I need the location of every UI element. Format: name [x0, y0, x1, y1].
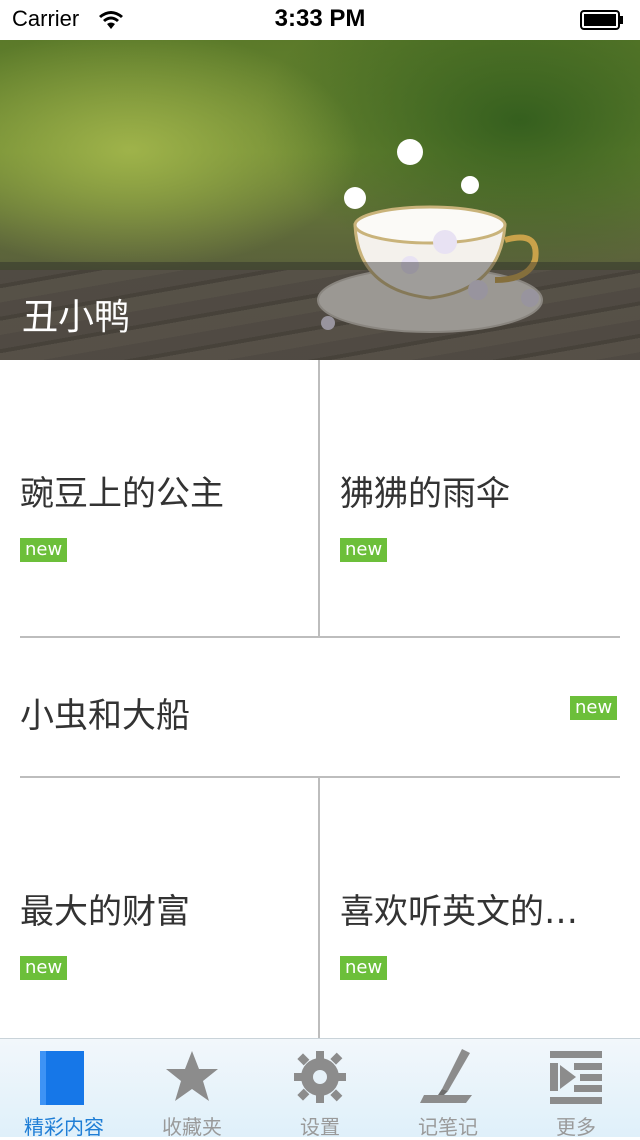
grid-divider: [318, 360, 320, 636]
story-cell[interactable]: 小虫和大船 new: [0, 638, 640, 776]
tab-favorites[interactable]: 收藏夹: [128, 1039, 256, 1139]
status-bar: Carrier 3:33 PM: [0, 0, 640, 40]
status-time: 3:33 PM: [274, 5, 366, 32]
tab-notes[interactable]: 记笔记: [384, 1039, 512, 1139]
featured-banner[interactable]: 丑小鸭: [0, 40, 640, 360]
new-badge: new: [20, 956, 68, 980]
tab-settings[interactable]: 设置: [256, 1039, 384, 1139]
banner-title: 丑小鸭: [22, 297, 131, 338]
grid-divider: [20, 776, 620, 778]
story-title: 狒狒的雨伞: [340, 474, 510, 514]
story-cell[interactable]: 最大的财富 new: [0, 778, 318, 1036]
new-badge: new: [340, 538, 388, 562]
pen-icon: [420, 1049, 472, 1103]
story-title: 最大的财富: [20, 892, 190, 932]
new-badge: new: [340, 956, 388, 980]
story-cell[interactable]: 狒狒的雨伞 new: [320, 360, 640, 636]
new-badge: new: [570, 696, 618, 720]
new-badge: new: [20, 538, 68, 562]
story-cell[interactable]: 喜欢听英文的… new: [320, 778, 640, 1036]
tab-featured[interactable]: 精彩内容: [0, 1039, 128, 1139]
story-title: 豌豆上的公主: [20, 474, 224, 514]
tab-bar: 精彩内容 收藏夹 设置 记笔记 更多: [0, 1038, 640, 1139]
grid-divider: [20, 636, 620, 638]
grid-divider: [318, 778, 320, 1038]
list-icon: [550, 1051, 602, 1104]
story-title: 喜欢听英文的…: [340, 892, 578, 932]
star-icon: [166, 1051, 218, 1101]
tab-more[interactable]: 更多: [512, 1039, 640, 1139]
story-title: 小虫和大船: [20, 696, 190, 736]
battery-icon: [580, 10, 623, 30]
book-icon: [40, 1051, 84, 1105]
story-cell[interactable]: 豌豆上的公主 new: [0, 360, 318, 636]
gear-icon: [294, 1051, 346, 1103]
